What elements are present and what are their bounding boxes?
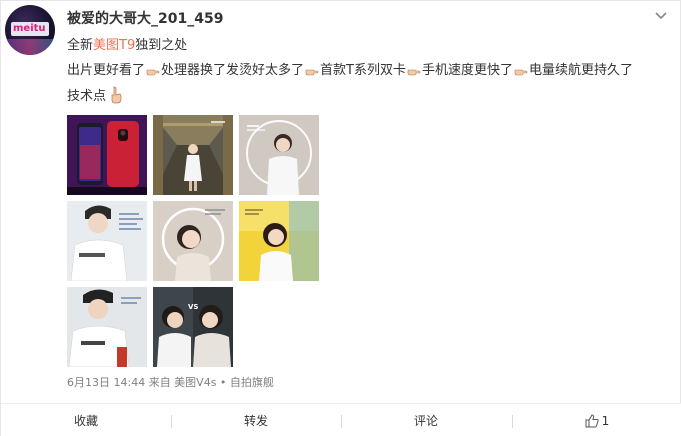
post-text-line-1: 全新美图T9独到之处: [67, 36, 187, 56]
pointing-hand-icon: [305, 69, 319, 75]
post-text-segment: 首款T系列双卡: [320, 63, 406, 78]
post-text-prefix: 全新: [67, 38, 94, 53]
comment-label: 评论: [413, 414, 438, 428]
avatar-glow: [5, 39, 55, 55]
pointing-hand-icon: [407, 69, 421, 75]
like-button[interactable]: 1: [512, 404, 681, 436]
image-girl-corridor[interactable]: [153, 115, 233, 195]
favorite-button[interactable]: 收藏: [1, 404, 171, 436]
post-text-suffix: 独到之处: [135, 38, 188, 53]
pointing-hand-icon: [146, 69, 160, 75]
thumbs-up-icon: [585, 414, 599, 428]
image-girl-yellow-wall[interactable]: [239, 201, 319, 281]
pointing-down-hand-icon: [111, 86, 122, 104]
post-meta: 6月13日 14:44 来自 美图V4s • 自拍旗舰: [67, 376, 274, 389]
action-bar: 收藏 转发 评论 1: [1, 403, 681, 436]
image-boy-white-shirt[interactable]: [67, 201, 147, 281]
pointing-hand-icon: [514, 69, 528, 75]
weibo-post-card: meitu 被爱的大哥大_201_459 全新美图T9独到之处 出片更好看了 处理…: [0, 0, 681, 436]
post-text-segment: 手机速度更快了: [421, 63, 513, 78]
forward-label: 转发: [243, 414, 268, 428]
username[interactable]: 被爱的大哥大_201_459: [67, 9, 223, 29]
vs-label: VS: [188, 303, 198, 311]
like-count: 1: [601, 414, 610, 428]
image-girl-circle-light[interactable]: [239, 115, 319, 195]
avatar-logo-text: meitu: [13, 23, 46, 34]
comment-button[interactable]: 评论: [341, 404, 511, 436]
image-couple-vs[interactable]: VS: [153, 287, 233, 367]
chevron-down-icon[interactable]: [652, 9, 670, 23]
like-content: 1: [585, 404, 610, 436]
post-text-segment: 处理器换了发烫好太多了: [161, 63, 305, 78]
image-boy-photo-2[interactable]: [67, 287, 147, 367]
post-text-segment: 电量续航更持久了: [529, 63, 634, 78]
post-text-line-2: 出片更好看了 处理器换了发烫好太多了 首款T系列双卡 手机速度更快了 电量续航更持久了: [67, 61, 633, 81]
post-text-tail: 技术点: [67, 89, 107, 104]
image-girl-ring-portrait[interactable]: [153, 201, 233, 281]
forward-button[interactable]: 转发: [171, 404, 341, 436]
post-text-segment: 出片更好看了: [67, 63, 146, 78]
favorite-label: 收藏: [73, 414, 98, 428]
avatar[interactable]: meitu: [5, 5, 55, 55]
image-grid: VS: [67, 115, 321, 369]
image-red-phones[interactable]: [67, 115, 147, 195]
post-text-line-3: 技术点: [67, 86, 123, 107]
topic-link[interactable]: 美图T9: [93, 38, 135, 53]
